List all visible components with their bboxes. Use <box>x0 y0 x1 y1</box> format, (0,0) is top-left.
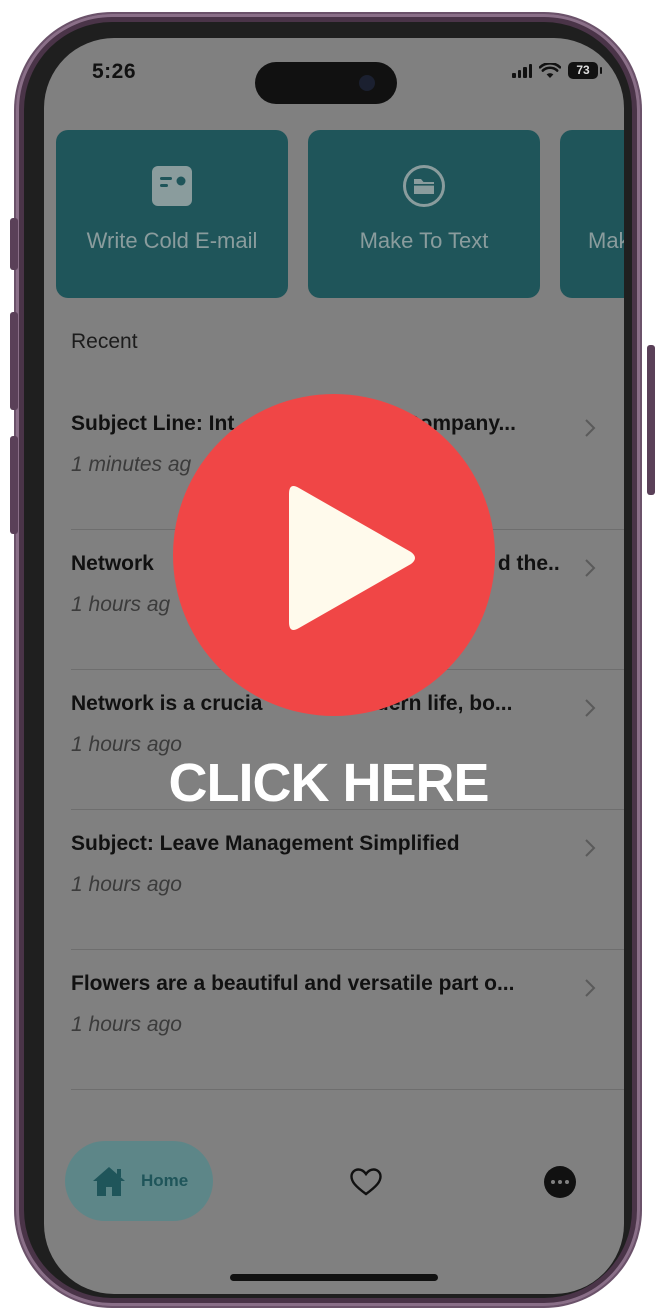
list-item[interactable]: Flowers are a beautiful and versatile pa… <box>71 950 624 1090</box>
dynamic-island <box>255 62 397 104</box>
wifi-icon <box>539 62 561 78</box>
nav-home-tab[interactable]: Home <box>65 1141 213 1221</box>
list-item-title: Subject: Leave Management Simplified <box>71 832 460 855</box>
home-indicator <box>230 1274 438 1281</box>
play-icon <box>289 486 415 630</box>
folder-icon <box>402 164 446 208</box>
nav-home-label: Home <box>141 1171 189 1190</box>
action-card-label: Make To Text <box>359 228 489 253</box>
chevron-right-icon <box>585 839 596 857</box>
chevron-right-icon <box>585 419 596 437</box>
action-card-write-cold-email[interactable]: Write Cold E-mail <box>56 130 288 298</box>
chevron-right-icon <box>585 979 596 997</box>
chevron-right-icon <box>585 699 596 717</box>
action-card-partial[interactable]: Mak <box>560 130 624 298</box>
status-time: 5:26 <box>92 60 137 83</box>
list-item-time: 1 hours ag <box>71 593 171 616</box>
more-icon[interactable] <box>544 1166 576 1198</box>
front-camera <box>359 75 375 91</box>
list-item-time: 1 hours ago <box>71 1013 182 1036</box>
chevron-right-icon <box>585 559 596 577</box>
list-item-time: 1 hours ago <box>71 873 182 896</box>
action-card-make-to-text[interactable]: Make To Text <box>308 130 540 298</box>
status-icons: 73 <box>512 62 602 79</box>
mute-switch <box>10 218 18 270</box>
action-card-label: Mak <box>588 228 624 253</box>
volume-up-button <box>10 312 18 410</box>
recent-heading: Recent <box>71 330 138 353</box>
list-item[interactable]: Subject: Leave Management Simplified 1 h… <box>71 810 624 950</box>
home-icon <box>93 1167 125 1196</box>
action-cards: Write Cold E-mail Make To Text Mak <box>56 130 624 298</box>
signal-icon <box>512 63 532 78</box>
battery-icon: 73 <box>568 62 602 79</box>
action-card-label: Write Cold E-mail <box>86 228 258 253</box>
volume-down-button <box>10 436 18 534</box>
play-button[interactable] <box>173 394 495 716</box>
card-icon <box>151 164 193 208</box>
heart-icon[interactable] <box>350 1168 382 1196</box>
list-item-time: 1 minutes ag <box>71 453 192 476</box>
click-here-label[interactable]: CLICK HERE <box>0 752 657 814</box>
list-item-title: Flowers are a beautiful and versatile pa… <box>71 972 515 995</box>
power-button <box>647 345 655 495</box>
